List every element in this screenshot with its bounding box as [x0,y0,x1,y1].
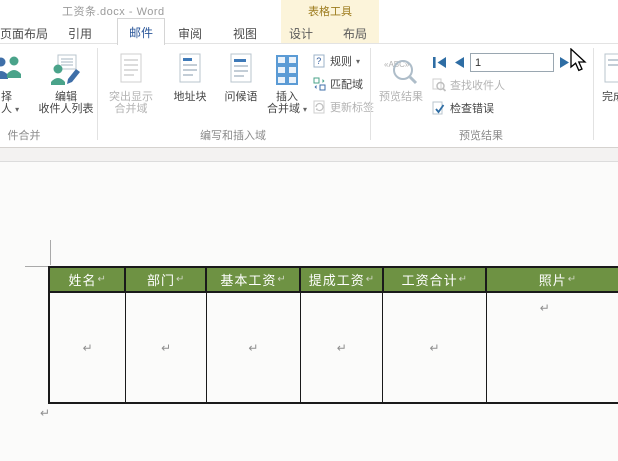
salary-table[interactable]: 姓名 ↵ 部门 ↵ 基本工资 ↵ 提成工资 ↵ 工资合计 ↵ 照片 ↵ ↵ ↵ ↵ ↵ ↵ … [48,266,618,404]
match-fields-icon [313,77,326,91]
tab-page-layout[interactable]: 页面布局 [0,25,48,42]
record-navigation [432,53,572,72]
find-recipient-icon [432,78,447,92]
cell-mark: ↵ [365,274,375,285]
header-cell-total-salary[interactable]: 工资合计 ↵ [384,268,487,291]
svg-text:?: ? [316,56,321,66]
header-cell-commission[interactable]: 提成工资 ↵ [301,268,384,291]
body-cell-total-salary[interactable]: ↵ [383,293,487,402]
previous-record-button[interactable] [452,56,465,69]
rules-icon: ? [313,54,326,68]
tab-mailings[interactable]: 邮件 [117,18,165,45]
preview-results-button[interactable]: «ABC» 预览结果 [372,52,430,138]
start-mail-merge-group-label: 件合并 [7,130,41,142]
ribbon: 择 人 ▾ 编辑 收件人列表 件合并 突出显示 合并域 地址块 问候语 插入 合… [0,44,618,148]
cell-mark: ↵ [277,274,286,285]
cell-mark: ↵ [176,274,185,285]
greeting-line-button[interactable]: 问候语 [218,52,264,138]
highlight-merge-fields-icon [100,53,162,88]
body-cell-commission[interactable]: ↵ [301,293,384,402]
find-recipient-button[interactable]: 查找收件人 [432,77,505,93]
header-cell-department[interactable]: 部门 ↵ [126,268,207,291]
group-divider [97,48,98,140]
highlight-merge-fields-button[interactable]: 突出显示 合并域 [100,52,162,138]
preview-results-group-label: 预览结果 [459,130,503,142]
update-labels-button[interactable]: 更新标签 [313,98,374,116]
match-fields-button[interactable]: 匹配域 [313,75,363,93]
paragraph-mark: ↵ [40,406,51,420]
document-title: 工资条.docx - Word [62,6,165,18]
header-cell-photo[interactable]: 照片 ↵ [487,268,618,291]
address-block-icon [164,53,216,88]
finish-merge-button[interactable]: 完成 [600,52,618,138]
check-for-errors-button[interactable]: 检查错误 [432,100,494,116]
cell-mark: ↵ [458,274,468,285]
table-body-row: ↵ ↵ ↵ ↵ ↵ ↵ [48,293,618,404]
body-cell-photo[interactable]: ↵ [487,293,618,402]
tab-references[interactable]: 引用 [68,25,92,42]
body-cell-base-salary[interactable]: ↵ [207,293,302,402]
table-tools-label: 表格工具 [308,6,352,18]
finish-merge-icon [602,53,618,88]
go-to-record-input[interactable] [470,53,554,72]
group-divider [370,48,371,140]
tab-table-layout[interactable]: 布局 [343,25,367,42]
cell-mark: ↵ [97,274,106,285]
body-cell-department[interactable]: ↵ [126,293,207,402]
table-header-row: 姓名 ↵ 部门 ↵ 基本工资 ↵ 提成工资 ↵ 工资合计 ↵ 照片 ↵ [48,266,618,293]
write-insert-group-label: 编写和插入域 [200,130,266,142]
greeting-line-icon [218,53,264,88]
margin-crop-mark-horizontal [25,266,49,267]
tab-view[interactable]: 视图 [233,25,257,42]
select-recipients-button[interactable]: 择 人 ▾ [0,52,28,138]
group-divider [593,48,594,140]
dropdown-caret: ▾ [15,105,20,114]
edit-recipient-list-button[interactable]: 编辑 收件人列表 [36,52,96,138]
rules-button[interactable]: ? 规则 ▾ [313,52,360,70]
header-cell-name[interactable]: 姓名 ↵ [50,268,127,291]
margin-crop-mark-vertical [50,240,51,265]
cell-mark: ↵ [567,274,577,285]
first-record-button[interactable] [432,56,447,69]
address-block-button[interactable]: 地址块 [164,52,216,138]
tab-review[interactable]: 审阅 [178,25,202,42]
tab-table-design[interactable]: 设计 [289,25,313,42]
word-window: 工资条.docx - Word 表格工具 页面布局 引用 邮件 审阅 视图 设计… [0,0,618,461]
edit-recipient-list-icon [36,53,96,88]
insert-merge-field-button[interactable]: 插入 合并域 ▾ [264,52,310,138]
insert-merge-field-icon [264,53,310,88]
mouse-cursor [570,47,587,77]
title-bar: 工资条.docx - Word 表格工具 [0,0,618,44]
ribbon-tab-row: 页面布局 引用 邮件 审阅 视图 设计 布局 [0,18,618,45]
check-for-errors-icon [432,101,446,115]
dropdown-caret: ▾ [356,56,361,66]
update-labels-icon [313,100,326,114]
preview-results-icon: «ABC» [372,53,430,88]
select-recipients-icon [0,53,28,88]
document-area[interactable]: 姓名 ↵ 部门 ↵ 基本工资 ↵ 提成工资 ↵ 工资合计 ↵ 照片 ↵ ↵ ↵ ↵ ↵ ↵ … [0,148,618,461]
dropdown-caret: ▾ [303,105,308,114]
header-cell-base-salary[interactable]: 基本工资 ↵ [207,268,302,291]
body-cell-name[interactable]: ↵ [50,293,127,402]
